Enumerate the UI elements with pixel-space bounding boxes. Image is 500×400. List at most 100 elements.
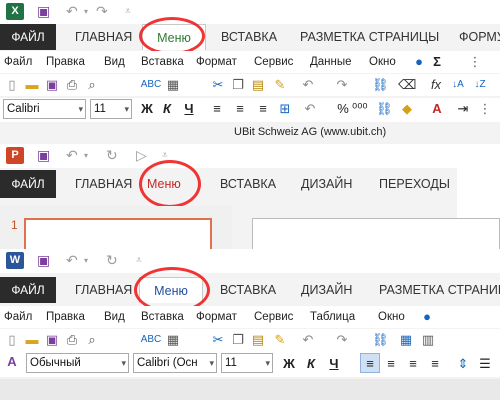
- align-left-icon[interactable]: ≡: [360, 353, 380, 373]
- tab-menu[interactable]: Меню: [142, 24, 206, 50]
- paste-icon[interactable]: ▤: [250, 75, 266, 95]
- font-size-select[interactable]: 11 ▾: [90, 99, 132, 119]
- function-icon[interactable]: fx: [428, 75, 444, 95]
- undo-icon[interactable]: ↶: [66, 147, 78, 164]
- hyperlink-icon[interactable]: ⛓: [372, 75, 389, 95]
- tab-design[interactable]: ДИЗАЙН: [301, 170, 352, 198]
- preview-icon[interactable]: ⌕: [84, 330, 100, 350]
- font-color-icon[interactable]: A: [430, 99, 444, 119]
- customize-qat-icon[interactable]: ⩡: [136, 252, 142, 269]
- menu-table[interactable]: Таблица: [310, 306, 355, 328]
- tab-page-layout[interactable]: РАЗМЕТКА СТРАНИЦ: [379, 277, 500, 303]
- align-right-icon[interactable]: ≡: [256, 99, 270, 119]
- research-icon[interactable]: ▦: [165, 330, 181, 350]
- print-icon[interactable]: ⎙: [64, 75, 80, 95]
- menu-window[interactable]: Окно: [378, 306, 405, 328]
- bold-button[interactable]: Ж: [140, 99, 154, 119]
- undo-dropdown-icon[interactable]: ▾: [84, 252, 88, 269]
- tab-insert[interactable]: ВСТАВКА: [220, 277, 276, 303]
- undo-icon[interactable]: ↶: [300, 330, 316, 350]
- underline-button[interactable]: Ч: [182, 99, 196, 119]
- customize-qat-icon[interactable]: ⩡: [125, 3, 131, 20]
- conditional-format-icon[interactable]: ⛓: [376, 99, 393, 119]
- align-right-icon[interactable]: ≡: [406, 354, 420, 374]
- tab-insert[interactable]: ВСТАВКА: [221, 24, 277, 50]
- save-icon[interactable]: ▣: [37, 147, 50, 164]
- menu-insert[interactable]: Вставка: [141, 306, 184, 328]
- save-icon[interactable]: ▣: [44, 330, 60, 350]
- repeat-icon[interactable]: ↻: [106, 252, 118, 269]
- spellcheck-icon[interactable]: ABC: [140, 330, 162, 350]
- sort-az-icon[interactable]: ↓A: [450, 75, 466, 95]
- tab-formulas[interactable]: ФОРМУ: [459, 24, 500, 50]
- paste-icon[interactable]: ▤: [250, 330, 266, 350]
- underline-button[interactable]: Ч: [327, 354, 341, 374]
- align-left-icon[interactable]: ≡: [210, 99, 224, 119]
- line-spacing-icon[interactable]: ⇕: [456, 354, 470, 374]
- style-select[interactable]: Обычный ▾: [26, 353, 129, 373]
- italic-button[interactable]: К: [160, 99, 174, 119]
- format-painter-icon[interactable]: ✎: [272, 330, 288, 350]
- tab-design[interactable]: ДИЗАЙН: [301, 277, 352, 303]
- font-name-select[interactable]: Calibri (Осн ▾: [133, 353, 217, 373]
- customize-qat-icon[interactable]: ⩡: [162, 147, 168, 164]
- tab-menu[interactable]: Меню: [147, 170, 181, 198]
- open-folder-icon[interactable]: ▬: [24, 330, 40, 350]
- tab-file[interactable]: ФАЙЛ: [0, 170, 56, 198]
- columns-icon[interactable]: ▥: [420, 330, 436, 350]
- format-painter-icon[interactable]: ✎: [272, 75, 288, 95]
- cut-icon[interactable]: ✂: [210, 75, 226, 95]
- thousands-icon[interactable]: ⁰⁰⁰: [352, 99, 368, 119]
- redo-icon[interactable]: ↷: [96, 3, 108, 20]
- undo-icon[interactable]: ↶: [300, 75, 316, 95]
- menu-view[interactable]: Вид: [104, 51, 125, 73]
- menu-data[interactable]: Данные: [310, 51, 352, 73]
- tab-home[interactable]: ГЛАВНАЯ: [75, 277, 132, 303]
- tab-insert[interactable]: ВСТАВКА: [220, 170, 276, 198]
- align-center-icon[interactable]: ≡: [233, 99, 247, 119]
- slide-canvas[interactable]: [252, 218, 500, 249]
- sort-za-icon[interactable]: ↓Z: [472, 75, 488, 95]
- menu-insert[interactable]: Вставка: [141, 51, 184, 73]
- research-icon[interactable]: ▦: [165, 75, 181, 95]
- help-icon[interactable]: ●: [412, 52, 426, 72]
- menu-file[interactable]: Файл: [4, 306, 32, 328]
- tab-file[interactable]: ФАЙЛ: [0, 24, 56, 50]
- undo-icon[interactable]: ↶: [66, 3, 78, 20]
- save-icon[interactable]: ▣: [44, 75, 60, 95]
- menu-tools[interactable]: Сервис: [254, 306, 293, 328]
- slide-thumbnail[interactable]: [24, 218, 212, 249]
- undo-dropdown-icon[interactable]: ▾: [84, 147, 88, 164]
- redo-icon[interactable]: ↷: [334, 330, 350, 350]
- menu-format[interactable]: Формат: [196, 51, 237, 73]
- print-icon[interactable]: ⎙: [64, 330, 80, 350]
- justify-icon[interactable]: ≡: [428, 354, 442, 374]
- tab-home[interactable]: ГЛАВНАЯ: [75, 170, 132, 198]
- styles-icon[interactable]: A: [4, 352, 20, 372]
- font-name-select[interactable]: Calibri ▾: [3, 99, 86, 119]
- cut-icon[interactable]: ✂: [210, 330, 226, 350]
- help-icon[interactable]: ●: [420, 307, 434, 327]
- increase-indent-icon[interactable]: ⇥: [456, 99, 470, 119]
- percent-icon[interactable]: %: [336, 99, 350, 119]
- numbering-icon[interactable]: ☰: [478, 354, 492, 374]
- menu-edit[interactable]: Правка: [46, 306, 85, 328]
- hyperlink-icon[interactable]: ⛓: [372, 330, 389, 350]
- save-icon[interactable]: ▣: [37, 252, 50, 269]
- menu-edit[interactable]: Правка: [46, 51, 85, 73]
- tab-home[interactable]: ГЛАВНАЯ: [75, 24, 132, 50]
- undo-icon[interactable]: ↶: [303, 99, 317, 119]
- new-file-icon[interactable]: ▯: [4, 75, 20, 95]
- font-size-select[interactable]: 11 ▾: [221, 353, 273, 373]
- fill-color-icon[interactable]: ◆: [400, 99, 414, 119]
- slideshow-icon[interactable]: ▷: [136, 147, 147, 164]
- align-center-icon[interactable]: ≡: [384, 354, 398, 374]
- tab-menu[interactable]: Меню: [139, 277, 203, 303]
- more-icon[interactable]: ⋮: [468, 52, 482, 72]
- clear-icon[interactable]: ⌫: [398, 75, 416, 95]
- menu-window[interactable]: Окно: [369, 51, 396, 73]
- merge-center-icon[interactable]: ⊞: [278, 99, 292, 119]
- redo-icon[interactable]: ↷: [334, 75, 350, 95]
- table-icon[interactable]: ▦: [398, 330, 414, 350]
- preview-icon[interactable]: ⌕: [84, 75, 100, 95]
